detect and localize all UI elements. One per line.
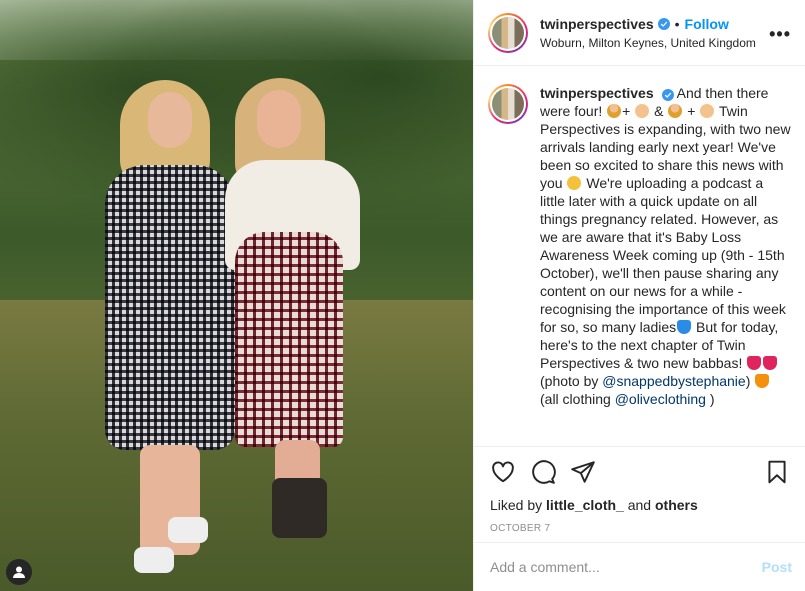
caption-text: & xyxy=(650,103,668,119)
liked-prefix: Liked by xyxy=(490,497,547,513)
likes-summary: Liked by little_cloth_ and others xyxy=(490,497,790,513)
right-woman-boots xyxy=(272,478,327,538)
post-actions: Liked by little_cloth_ and others OCTOBE… xyxy=(474,446,805,534)
left-woman-face xyxy=(148,92,192,148)
paper-plane-icon[interactable] xyxy=(570,459,596,485)
post-photo[interactable] xyxy=(0,0,473,591)
mention-link[interactable]: @oliveclothing xyxy=(615,391,706,407)
heart-icon[interactable] xyxy=(490,459,516,485)
comment-icon[interactable] xyxy=(530,459,556,485)
caption-text: (all clothing xyxy=(540,391,615,407)
follow-button[interactable]: Follow xyxy=(685,16,729,32)
more-options-icon[interactable]: ••• xyxy=(769,24,791,45)
left-woman-sneakers xyxy=(132,505,222,575)
pregnant-woman-emoji-icon xyxy=(607,104,622,118)
user-tag-icon[interactable] xyxy=(6,559,32,585)
caption-text: + xyxy=(683,103,700,119)
red-heart-emoji-icon xyxy=(747,356,762,370)
post-comment-button[interactable]: Post xyxy=(762,559,792,575)
comment-input[interactable] xyxy=(490,559,762,575)
separator-dot: • xyxy=(674,15,680,32)
blue-heart-emoji-icon xyxy=(677,320,692,334)
orange-heart-emoji-icon xyxy=(755,374,770,388)
verified-badge-icon xyxy=(661,89,674,101)
mention-link[interactable]: @snappedbystephanie xyxy=(602,373,745,389)
caption-text: We're uploading a podcast a little later… xyxy=(540,175,786,335)
post-date[interactable]: OCTOBER 7 xyxy=(490,523,790,534)
right-woman-plaid-skirt xyxy=(235,232,343,447)
liked-mid: and xyxy=(623,497,655,513)
caption-avatar[interactable] xyxy=(488,84,528,124)
avatar[interactable] xyxy=(488,12,528,53)
location-link[interactable]: Woburn, Milton Keynes, United Kingdom xyxy=(540,36,756,50)
liked-others-link[interactable]: others xyxy=(655,497,698,513)
caption-text: ) xyxy=(705,391,715,407)
pregnant-woman-emoji-icon xyxy=(668,104,683,118)
comment-form: Post xyxy=(474,542,805,591)
caption-text: ) xyxy=(745,373,755,389)
baby-emoji-icon xyxy=(635,104,650,118)
caption-section: twinperspectives And then there were fou… xyxy=(474,66,805,446)
red-heart-emoji-icon xyxy=(763,356,778,370)
right-woman-face xyxy=(257,90,301,148)
left-woman-gingham-dress xyxy=(105,165,235,450)
post-caption: twinperspectives And then there were fou… xyxy=(540,84,791,446)
smiling-hearts-emoji-icon xyxy=(567,176,582,190)
verified-badge-icon xyxy=(657,17,670,30)
baby-emoji-icon xyxy=(700,104,715,118)
post-header: twinperspectives • Follow Woburn, Milton… xyxy=(474,0,805,66)
caption-text: + xyxy=(622,103,635,119)
bookmark-icon[interactable] xyxy=(764,459,790,485)
liked-user-link[interactable]: little_cloth_ xyxy=(546,497,624,513)
header-username[interactable]: twinperspectives xyxy=(540,16,654,32)
caption-text: (photo by xyxy=(540,373,603,389)
caption-username[interactable]: twinperspectives xyxy=(540,85,654,101)
post-side-panel: twinperspectives • Follow Woburn, Milton… xyxy=(473,0,805,591)
